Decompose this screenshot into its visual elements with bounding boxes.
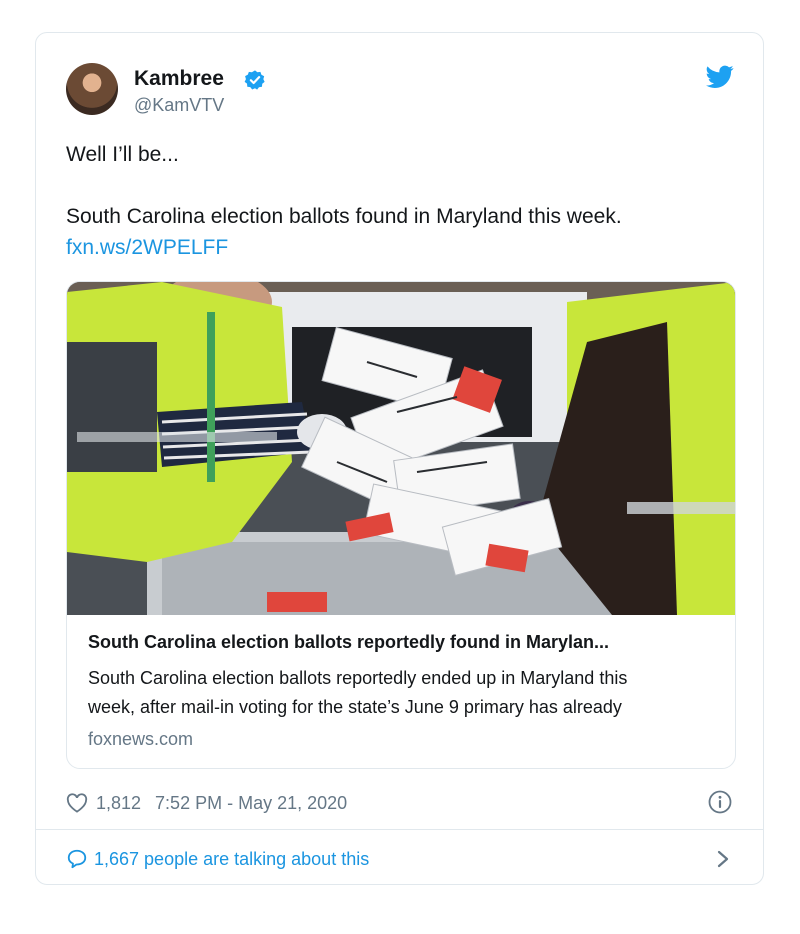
timestamp[interactable]: 7:52 PM - May 21, 2020 <box>155 793 347 814</box>
divider <box>36 829 763 830</box>
heart-icon[interactable] <box>66 793 88 813</box>
tweet-card: Kambree @KamVTV Well I’ll be... South Ca… <box>35 32 764 885</box>
user-handle[interactable]: @KamVTV <box>134 95 224 116</box>
tweet-link[interactable]: fxn.ws/2WPELFF <box>66 236 228 260</box>
speech-bubble-icon <box>67 849 87 869</box>
verified-badge-icon <box>244 70 265 90</box>
conversation-text[interactable]: 1,667 people are talking about this <box>94 849 369 870</box>
display-name[interactable]: Kambree <box>134 67 224 91</box>
preview-description-line: week, after mail-in voting for the state… <box>88 697 622 717</box>
twitter-bird-icon[interactable] <box>706 65 734 89</box>
link-preview-card[interactable]: South Carolina election ballots reported… <box>66 281 736 769</box>
preview-description-line: South Carolina election ballots reported… <box>88 668 628 688</box>
preview-image <box>67 282 735 615</box>
tweet-meta: 1,812 7:52 PM - May 21, 2020 <box>66 791 347 815</box>
chevron-right-icon[interactable] <box>716 849 730 869</box>
preview-title[interactable]: South Carolina election ballots reported… <box>88 632 718 653</box>
info-icon[interactable] <box>708 790 732 814</box>
tweet-text-line: Well I’ll be... <box>66 143 179 166</box>
preview-domain: foxnews.com <box>88 729 194 749</box>
tweet-text-line: South Carolina election ballots found in… <box>66 205 622 228</box>
like-count[interactable]: 1,812 <box>96 793 141 814</box>
avatar[interactable] <box>66 63 118 115</box>
preview-description: South Carolina election ballots reported… <box>88 664 724 722</box>
conversation-link[interactable]: 1,667 people are talking about this <box>66 847 369 871</box>
